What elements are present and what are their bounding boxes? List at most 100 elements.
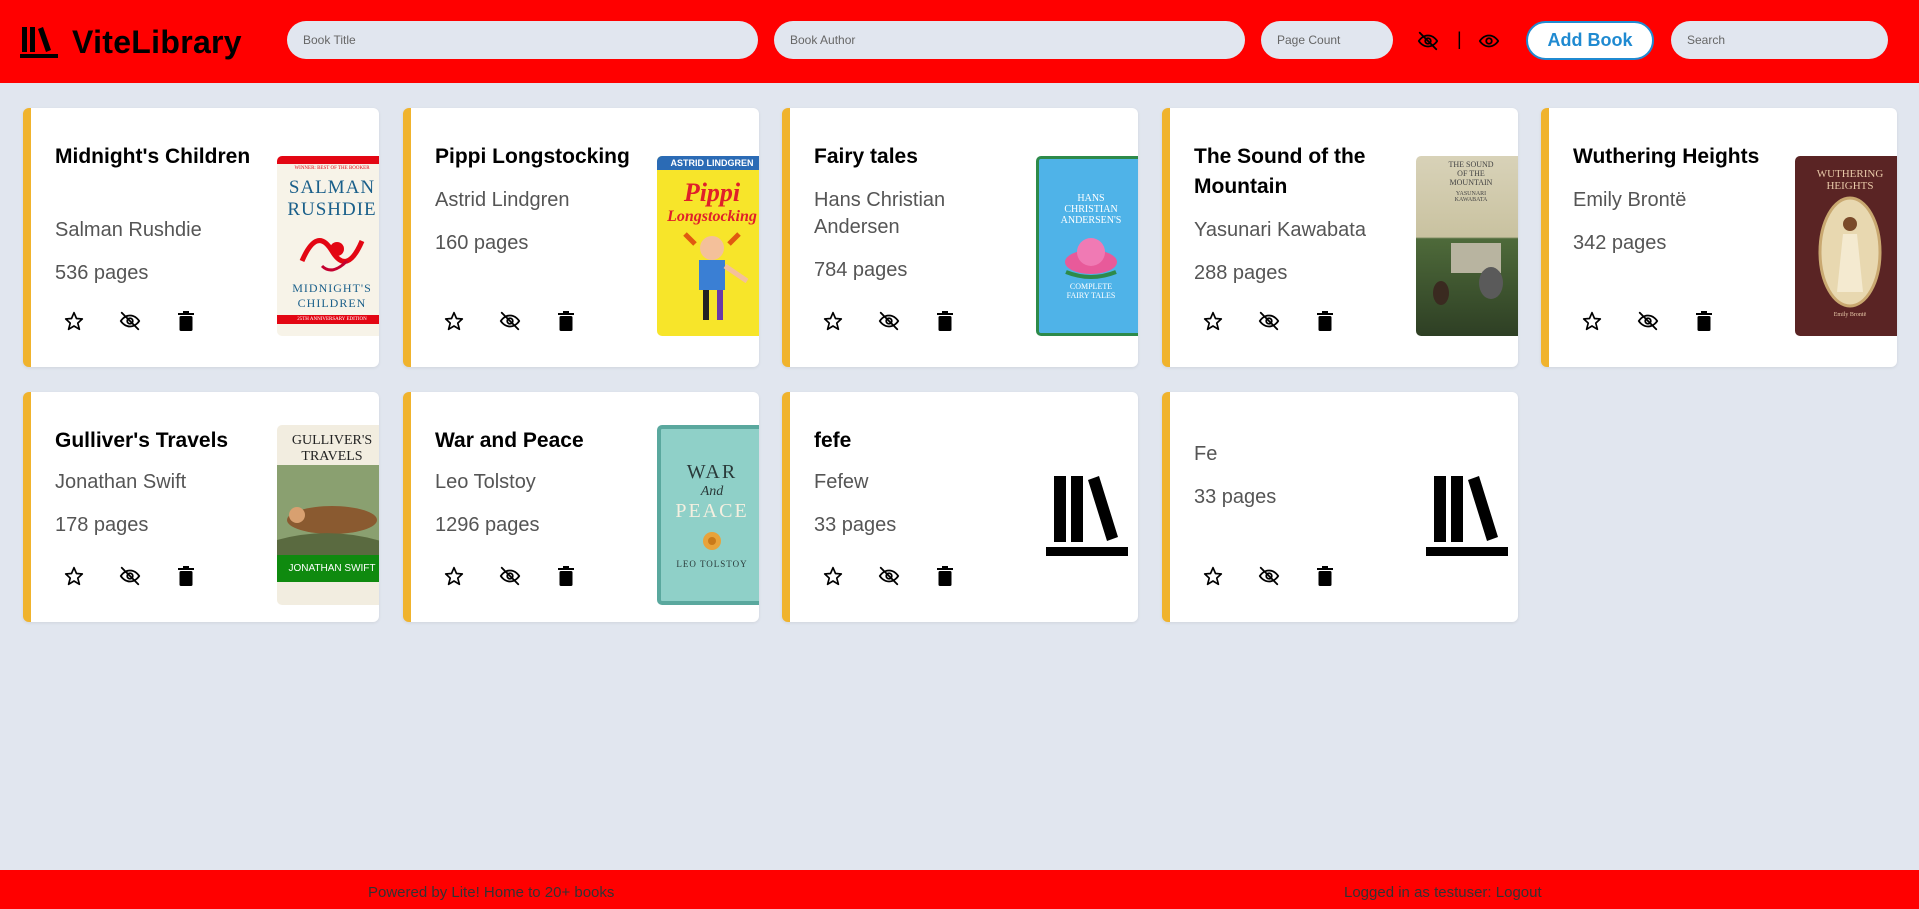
hide-button[interactable] <box>498 564 522 588</box>
eye-slash-icon <box>119 566 141 586</box>
cover-illustration <box>299 238 365 272</box>
cover-text: SALMAN <box>288 177 376 198</box>
cover-text: WAR <box>686 461 738 483</box>
book-author: Fefew <box>814 471 869 493</box>
book-pages: 178 pages <box>55 514 149 536</box>
hide-button[interactable] <box>1257 309 1281 333</box>
hide-all-button[interactable] <box>1416 29 1440 53</box>
book-pages: 342 pages <box>1573 232 1667 254</box>
favorite-button[interactable] <box>1580 309 1604 333</box>
delete-button[interactable] <box>1313 564 1337 588</box>
bookshelf-icon <box>1426 476 1508 556</box>
book-title: The Sound of the Mountain <box>1194 145 1366 198</box>
hide-button[interactable] <box>498 309 522 333</box>
cover-ornament <box>703 532 721 550</box>
delete-button[interactable] <box>1313 309 1337 333</box>
cover-text: MIDNIGHT'S <box>292 281 372 295</box>
page-count-input[interactable] <box>1261 21 1393 59</box>
footer-user-status: Logged in as testuser: Logout <box>1344 884 1542 901</box>
trash-icon <box>178 311 194 331</box>
star-icon <box>444 311 464 331</box>
cover-text: TRAVELS <box>301 449 363 464</box>
book-title-input[interactable] <box>287 21 758 59</box>
eye-slash-icon <box>1258 566 1280 586</box>
add-book-button[interactable]: Add Book <box>1526 21 1654 60</box>
delete-button[interactable] <box>1692 309 1716 333</box>
header-separator: | <box>1457 29 1462 49</box>
bookshelf-icon <box>20 27 58 58</box>
hide-button[interactable] <box>118 564 142 588</box>
trash-icon <box>937 566 953 586</box>
favorite-button[interactable] <box>62 564 86 588</box>
cover-text: RUSHDIE <box>287 199 377 220</box>
book-title: Gulliver's Travels <box>55 429 229 452</box>
footer: Powered by Lite! Home to 20+ books Logge… <box>0 870 1919 909</box>
book-title: Midnight's Children <box>55 145 251 168</box>
book-card: Midnight's Children Salman Rushdie 536 p… <box>23 108 379 367</box>
favorite-button[interactable] <box>821 309 845 333</box>
delete-button[interactable] <box>554 564 578 588</box>
card-actions <box>1201 564 1369 588</box>
brand[interactable]: ViteLibrary <box>20 22 242 62</box>
logged-in-label: Logged in as testuser: <box>1344 884 1496 901</box>
delete-button[interactable] <box>933 564 957 588</box>
trash-icon <box>558 311 574 331</box>
eye-slash-icon <box>119 311 141 331</box>
cover-text: Longstocking <box>667 208 757 225</box>
eye-slash-icon <box>1258 311 1280 331</box>
delete-button[interactable] <box>554 309 578 333</box>
cover-text: Emily Brontë <box>1833 312 1867 318</box>
card-actions <box>821 309 989 333</box>
book-cover: HANS CHRISTIAN ANDERSEN'S COMPLETE FAIRY… <box>1036 156 1138 336</box>
cover-text: GULLIVER'S <box>291 433 373 448</box>
card-actions <box>442 564 610 588</box>
cover-text: OF THE <box>1457 169 1485 178</box>
top-bar: ViteLibrary | Add Book <box>0 0 1919 83</box>
book-author: Fe <box>1194 443 1218 465</box>
logout-link[interactable]: Logout <box>1496 884 1542 901</box>
book-author-input[interactable] <box>774 21 1245 59</box>
book-card: Fairy tales Hans Christian Andersen 784 … <box>782 108 1138 367</box>
book-pages: 536 pages <box>55 262 149 284</box>
brand-name: ViteLibrary <box>72 23 242 60</box>
book-author: Yasunari Kawabata <box>1194 219 1366 241</box>
hide-button[interactable] <box>1636 309 1660 333</box>
cover-text: CHRISTIAN <box>1064 203 1118 215</box>
favorite-button[interactable] <box>1201 564 1225 588</box>
book-author: Jonathan Swift <box>55 471 187 493</box>
cover-text: WUTHERING <box>1816 168 1884 180</box>
book-author: Emily Brontë <box>1573 189 1687 211</box>
book-pages: 288 pages <box>1194 262 1288 284</box>
favorite-button[interactable] <box>442 309 466 333</box>
footer-tagline: Powered by Lite! Home to 20+ books <box>368 884 615 901</box>
trash-icon <box>558 566 574 586</box>
favorite-button[interactable] <box>62 309 86 333</box>
favorite-button[interactable] <box>821 564 845 588</box>
hide-button[interactable] <box>1257 564 1281 588</box>
delete-button[interactable] <box>174 564 198 588</box>
delete-button[interactable] <box>174 309 198 333</box>
cover-text: HEIGHTS <box>1826 180 1874 192</box>
favorite-button[interactable] <box>442 564 466 588</box>
book-card: The Sound of the Mountain Yasunari Kawab… <box>1162 108 1518 367</box>
hide-button[interactable] <box>877 564 901 588</box>
book-title: Wuthering Heights <box>1573 145 1760 168</box>
cover-text: HANS <box>1077 192 1105 204</box>
search-input[interactable] <box>1671 21 1888 59</box>
favorite-button[interactable] <box>1201 309 1225 333</box>
book-pages: 1296 pages <box>435 514 540 536</box>
show-all-button[interactable] <box>1477 29 1501 53</box>
star-icon <box>1203 311 1223 331</box>
hide-button[interactable] <box>118 309 142 333</box>
cover-text: Pippi <box>683 178 741 207</box>
card-actions <box>821 564 989 588</box>
eye-slash-icon <box>1417 31 1439 51</box>
delete-button[interactable] <box>933 309 957 333</box>
card-actions <box>442 309 610 333</box>
card-actions <box>62 309 230 333</box>
cover-text: And <box>700 484 724 499</box>
hide-button[interactable] <box>877 309 901 333</box>
book-card: Fe 33 pages <box>1162 392 1518 622</box>
cover-text: PEACE <box>675 500 749 522</box>
trash-icon <box>1317 311 1333 331</box>
